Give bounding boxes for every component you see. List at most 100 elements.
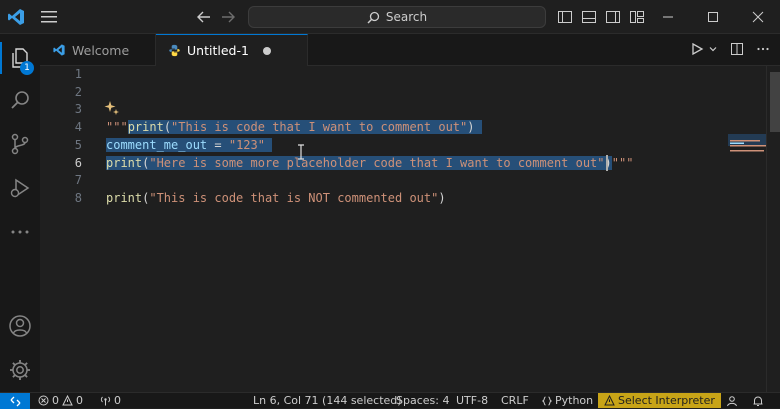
code-line-6: print("Here is some more placeholder cod…: [106, 155, 633, 173]
activity-source-control[interactable]: [0, 124, 40, 164]
editor-tab-bar: Welcome Untitled-1: [40, 34, 780, 66]
minimize-button[interactable]: [646, 0, 690, 34]
more-icon: [11, 230, 29, 234]
toggle-panel-icon[interactable]: [581, 9, 597, 25]
remote-indicator[interactable]: [0, 393, 30, 409]
docstring-open: """: [106, 120, 128, 135]
editor-actions: [690, 42, 770, 56]
select-interpreter-button[interactable]: Select Interpreter: [598, 393, 721, 408]
feedback-button[interactable]: [726, 393, 738, 408]
unsaved-dot-icon[interactable]: [262, 46, 271, 55]
accounts-icon: [9, 315, 31, 337]
editor-scrollbar[interactable]: [766, 66, 780, 392]
activity-run-debug[interactable]: [0, 168, 40, 208]
activity-accounts[interactable]: [0, 306, 40, 346]
explorer-badge: 1: [20, 61, 34, 75]
code-token: ): [467, 120, 475, 135]
activity-manage[interactable]: [0, 350, 40, 390]
vscode-logo-icon: [53, 44, 65, 56]
docstring-close: """: [611, 155, 634, 170]
error-count: 0: [52, 394, 59, 407]
notifications-button[interactable]: [752, 393, 764, 408]
search-icon: [367, 11, 380, 24]
code-token: "123": [228, 137, 265, 152]
status-bar: 0 0 0 Ln 6, Col 71 (144 selected) Spaces…: [0, 392, 780, 409]
interpreter-label: Select Interpreter: [618, 394, 715, 407]
line-number: 5: [74, 137, 82, 152]
language-label: Python: [555, 394, 594, 407]
bell-icon: [753, 395, 763, 406]
line-number: 1: [74, 67, 82, 81]
line-number: 4: [74, 120, 82, 135]
ports-indicator[interactable]: 0: [100, 393, 121, 408]
search-icon: [11, 91, 29, 109]
line-number: 7: [74, 173, 82, 188]
toggle-sidebar-icon[interactable]: [557, 9, 573, 25]
indentation-selector[interactable]: Spaces: 4: [396, 393, 449, 408]
vscode-logo-icon[interactable]: [6, 7, 26, 27]
code-token: (: [163, 120, 172, 135]
split-editor-icon[interactable]: [730, 42, 744, 56]
more-actions-icon[interactable]: [756, 42, 770, 56]
maximize-icon: [708, 12, 718, 22]
cursor-position[interactable]: Ln 6, Col 71 (144 selected): [253, 393, 402, 408]
python-file-icon: [169, 44, 180, 57]
broadcast-icon: [100, 396, 111, 406]
activity-more[interactable]: [0, 212, 40, 252]
language-mode[interactable]: Python: [542, 393, 593, 408]
forward-arrow-icon[interactable]: [220, 9, 236, 25]
line-number: 2: [74, 84, 82, 99]
code-token: print: [106, 190, 143, 205]
code-token: "This is code that is NOT commented out": [149, 190, 439, 205]
command-center-search[interactable]: Search: [248, 6, 546, 28]
code-token: print: [127, 120, 164, 135]
code-token: comment_me_out: [106, 137, 208, 152]
activity-explorer[interactable]: 1: [0, 38, 40, 78]
code-line-5: comment_me_out = "123": [106, 137, 273, 155]
source-control-icon: [11, 133, 29, 155]
title-bar: Search: [0, 0, 780, 34]
run-dropdown-chevron-icon[interactable]: [708, 44, 718, 54]
tab-welcome-label: Welcome: [72, 42, 130, 58]
maximize-button[interactable]: [691, 0, 735, 34]
activity-search[interactable]: [0, 80, 40, 120]
line-number: 3: [74, 102, 82, 117]
tab-welcome[interactable]: Welcome: [40, 34, 156, 66]
ports-count: 0: [114, 394, 121, 407]
menu-icon[interactable]: [40, 10, 58, 24]
code-token: "This is code that I want to comment out…: [171, 120, 468, 135]
minimize-icon: [663, 16, 673, 18]
remote-icon: [10, 396, 20, 406]
scrollbar-thumb[interactable]: [770, 72, 780, 132]
run-debug-icon: [10, 178, 30, 198]
tab-untitled-1[interactable]: Untitled-1: [156, 34, 308, 66]
search-label: Search: [385, 10, 428, 24]
close-button[interactable]: [736, 0, 780, 34]
code-line-4: """print("This is code that I want to co…: [106, 119, 482, 137]
line-number-active: 6: [74, 155, 82, 170]
code-token: =: [207, 137, 229, 152]
back-arrow-icon[interactable]: [196, 9, 212, 25]
code-line-8: print("This is code that is NOT commente…: [106, 190, 446, 208]
braces-icon: [542, 396, 552, 405]
problems-indicator[interactable]: 0 0: [38, 393, 83, 408]
close-icon: [752, 11, 764, 23]
code-editor[interactable]: 1 2 3 4 5 6 7 8 """print("This is code t…: [40, 66, 780, 392]
line-ending-selector[interactable]: CRLF: [501, 393, 529, 408]
activity-bar: 1: [0, 34, 40, 392]
manage-gear-icon: [10, 360, 30, 380]
code-token: print: [106, 155, 143, 170]
mouse-ibeam-icon: [298, 144, 304, 160]
run-python-file-icon[interactable]: [690, 42, 704, 56]
customize-layout-icon[interactable]: [629, 9, 645, 25]
line-number: 8: [74, 190, 82, 205]
warning-icon: [62, 395, 73, 406]
code-token: "Here is some more placeholder code that…: [149, 155, 605, 170]
toggle-secondary-sidebar-icon[interactable]: [605, 9, 621, 25]
error-icon: [38, 395, 49, 406]
code-token: ): [438, 190, 446, 205]
copilot-sparkle-icon[interactable]: [104, 100, 120, 116]
tab-untitled-label: Untitled-1: [187, 43, 249, 58]
encoding-selector[interactable]: UTF-8: [456, 393, 488, 408]
warning-icon: [604, 395, 615, 406]
